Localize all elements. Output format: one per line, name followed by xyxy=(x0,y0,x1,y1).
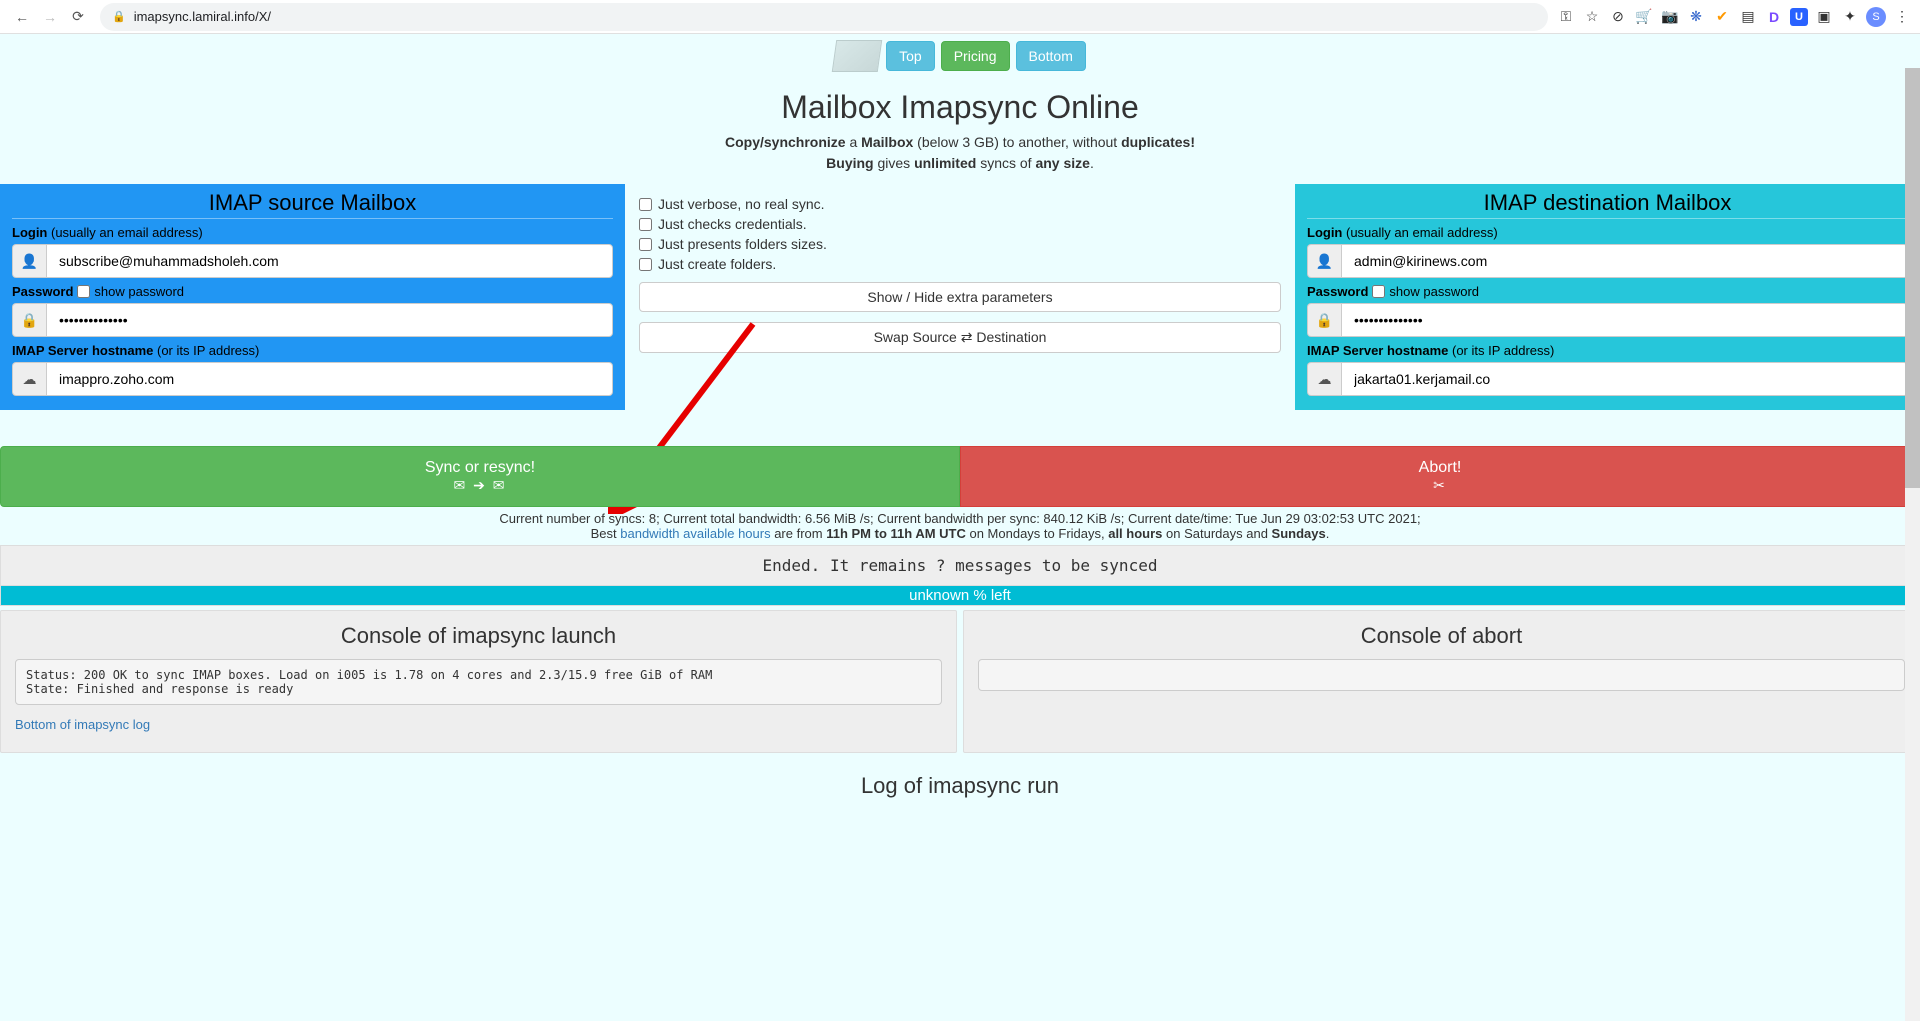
key-icon[interactable]: ⚿ xyxy=(1556,7,1576,27)
dest-host-input[interactable] xyxy=(1341,362,1908,396)
log-title: Log of imapsync run xyxy=(0,773,1920,799)
bandwidth-hours-link[interactable]: bandwidth available hours xyxy=(620,526,770,541)
console-abort: Console of abort xyxy=(963,610,1920,753)
subtitle-1: Copy/synchronize a Mailbox (below 3 GB) … xyxy=(0,132,1920,153)
url-text: imapsync.lamiral.info/X/ xyxy=(134,9,271,24)
status-text: Current number of syncs: 8; Current tota… xyxy=(0,507,1920,541)
options-panel: Just verbose, no real sync. Just checks … xyxy=(625,184,1295,410)
source-password-input[interactable] xyxy=(46,303,613,337)
dest-show-password-checkbox[interactable] xyxy=(1372,285,1385,298)
scrollbar-thumb[interactable] xyxy=(1905,68,1920,488)
sync-button[interactable]: Sync or resync! ✉ ➔ ✉ xyxy=(0,446,960,507)
lock-icon: 🔒 xyxy=(1307,303,1341,337)
cloud-icon: ☁ xyxy=(12,362,46,396)
ext-icon-7[interactable]: D xyxy=(1764,7,1784,27)
source-title: IMAP source Mailbox xyxy=(12,190,613,219)
subtitle-2: Buying gives unlimited syncs of any size… xyxy=(0,153,1920,174)
lock-icon: 🔒 xyxy=(112,10,126,23)
bottom-of-log-link[interactable]: Bottom of imapsync log xyxy=(15,717,150,732)
ext-icon-6[interactable]: ▤ xyxy=(1738,7,1758,27)
ext-icon-5[interactable]: ✔ xyxy=(1712,7,1732,27)
ext-icon-2[interactable]: 🛒 xyxy=(1634,7,1654,27)
back-button[interactable]: ← xyxy=(8,3,36,31)
ext-icon-1[interactable]: ⊘ xyxy=(1608,7,1628,27)
dest-login-input[interactable] xyxy=(1341,244,1908,278)
ext-icon-8[interactable]: U xyxy=(1790,8,1808,26)
page: Top Pricing Bottom Mailbox Imapsync Onli… xyxy=(0,34,1920,1021)
console-launch-output: Status: 200 OK to sync IMAP boxes. Load … xyxy=(15,659,942,705)
swap-icon: ⇄ xyxy=(961,329,973,345)
nav-bottom-button[interactable]: Bottom xyxy=(1016,41,1086,71)
ext-icon-4[interactable]: ❋ xyxy=(1686,7,1706,27)
extensions-icon[interactable]: ✦ xyxy=(1840,7,1860,27)
opt-verbose[interactable]: Just verbose, no real sync. xyxy=(639,196,1281,212)
reload-button[interactable]: ⟳ xyxy=(64,3,92,31)
user-icon: 👤 xyxy=(12,244,46,278)
sync-icons: ✉ ➔ ✉ xyxy=(11,477,949,494)
user-icon: 👤 xyxy=(1307,244,1341,278)
swap-button[interactable]: Swap Source ⇄ Destination xyxy=(639,322,1281,353)
console-abort-output xyxy=(978,659,1905,691)
top-nav: Top Pricing Bottom xyxy=(0,34,1920,79)
lock-icon: 🔒 xyxy=(12,303,46,337)
source-show-password-checkbox[interactable] xyxy=(77,285,90,298)
forward-button[interactable]: → xyxy=(36,3,64,31)
source-login-input[interactable] xyxy=(46,244,613,278)
show-hide-params-button[interactable]: Show / Hide extra parameters xyxy=(639,282,1281,312)
dest-title: IMAP destination Mailbox xyxy=(1307,190,1908,219)
nav-top-button[interactable]: Top xyxy=(886,41,935,71)
menu-icon[interactable]: ⋮ xyxy=(1892,7,1912,27)
avatar[interactable]: S xyxy=(1866,7,1886,27)
star-icon[interactable]: ☆ xyxy=(1582,7,1602,27)
abort-icon: ✂ xyxy=(971,477,1909,494)
imapsync-logo xyxy=(832,40,882,72)
source-host-input[interactable] xyxy=(46,362,613,396)
cloud-icon: ☁ xyxy=(1307,362,1341,396)
address-bar[interactable]: 🔒 imapsync.lamiral.info/X/ xyxy=(100,3,1548,31)
dest-password-input[interactable] xyxy=(1341,303,1908,337)
opt-create-folders[interactable]: Just create folders. xyxy=(639,256,1281,272)
console-launch-title: Console of imapsync launch xyxy=(15,623,942,649)
progress-bar: unknown % left xyxy=(0,586,1920,606)
console-launch: Console of imapsync launch Status: 200 O… xyxy=(0,610,957,753)
console-abort-title: Console of abort xyxy=(978,623,1905,649)
opt-check-creds[interactable]: Just checks credentials. xyxy=(639,216,1281,232)
source-panel: IMAP source Mailbox Login (usually an em… xyxy=(0,184,625,410)
ended-status: Ended. It remains ? messages to be synce… xyxy=(0,545,1920,586)
nav-pricing-button[interactable]: Pricing xyxy=(941,41,1010,71)
scrollbar[interactable] xyxy=(1905,68,1920,1021)
opt-folder-sizes[interactable]: Just presents folders sizes. xyxy=(639,236,1281,252)
ext-icon-9[interactable]: ▣ xyxy=(1814,7,1834,27)
dest-panel: IMAP destination Mailbox Login (usually … xyxy=(1295,184,1920,410)
browser-chrome: ← → ⟳ 🔒 imapsync.lamiral.info/X/ ⚿ ☆ ⊘ 🛒… xyxy=(0,0,1920,34)
abort-button[interactable]: Abort! ✂ xyxy=(960,446,1920,507)
page-title: Mailbox Imapsync Online xyxy=(0,89,1920,126)
ext-icon-3[interactable]: 📷 xyxy=(1660,7,1680,27)
